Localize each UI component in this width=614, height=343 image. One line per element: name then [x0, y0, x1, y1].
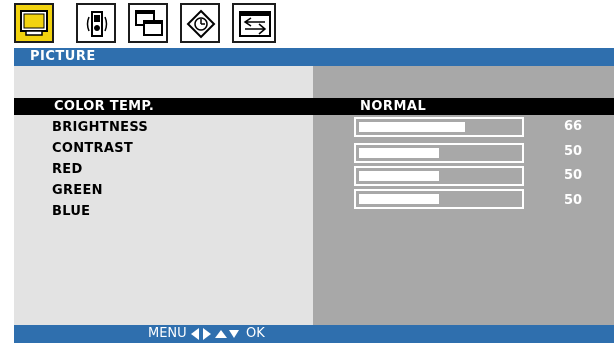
setup-tab[interactable]	[180, 3, 220, 43]
color-temp-value: NORMAL	[360, 99, 427, 114]
setup-diamond-icon	[186, 9, 216, 39]
menu-item-red[interactable]: RED	[52, 162, 83, 177]
menu-item-contrast[interactable]: CONTRAST	[52, 141, 133, 156]
pip-windows-icon	[135, 10, 163, 36]
input-arrows-icon	[239, 11, 271, 37]
picture-tab[interactable]	[14, 3, 54, 43]
contrast-slider[interactable]	[354, 143, 524, 163]
audio-tab[interactable]	[76, 3, 116, 43]
menu-hint: MENU	[148, 326, 187, 341]
input-tab[interactable]	[232, 3, 276, 43]
red-value: 50	[564, 168, 583, 183]
menu-title-bar: PICTURE	[14, 48, 614, 66]
monitor-icon	[20, 10, 48, 36]
red-slider-fill	[359, 171, 439, 181]
contrast-value: 50	[564, 144, 583, 159]
menu-title: PICTURE	[30, 49, 96, 64]
bottom-hint-bar: MENU OK	[14, 325, 614, 343]
pip-tab[interactable]	[128, 3, 168, 43]
brightness-slider-fill	[359, 122, 465, 132]
green-slider[interactable]	[354, 189, 524, 209]
menu-item-green[interactable]: GREEN	[52, 183, 103, 198]
brightness-value: 66	[564, 119, 583, 134]
menu-item-blue[interactable]: BLUE	[52, 204, 90, 219]
brightness-slider[interactable]	[354, 117, 524, 137]
menu-item-color-temp[interactable]: COLOR TEMP.	[54, 98, 154, 115]
red-slider[interactable]	[354, 166, 524, 186]
navigation-arrows-icon	[191, 328, 239, 340]
green-slider-fill	[359, 194, 439, 204]
osd-menu: PICTURE COLOR TEMP. NORMAL BRIGHTNESS CO…	[14, 0, 614, 343]
menu-item-brightness[interactable]: BRIGHTNESS	[52, 120, 148, 135]
ok-hint: OK	[246, 326, 265, 341]
speaker-icon	[86, 11, 108, 37]
contrast-slider-fill	[359, 148, 439, 158]
green-value: 50	[564, 193, 583, 208]
